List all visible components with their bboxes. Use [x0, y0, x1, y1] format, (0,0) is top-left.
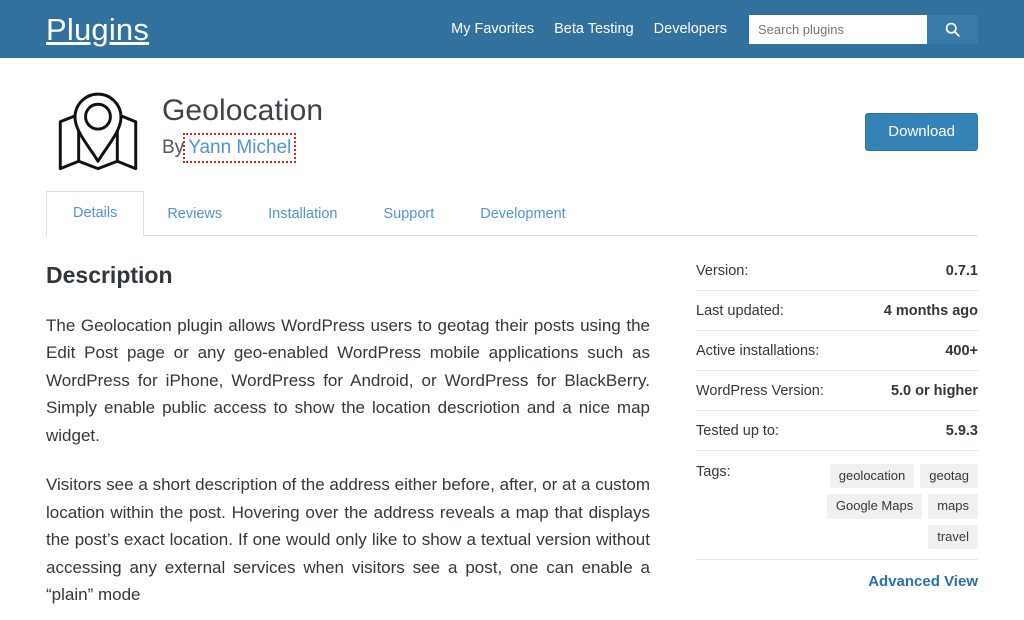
tab-details[interactable]: Details: [46, 191, 144, 236]
meta-row-last-updated: Last updated: 4 months ago: [696, 291, 978, 331]
tab-reviews[interactable]: Reviews: [144, 192, 245, 236]
meta-row-active-installations: Active installations: 400+: [696, 331, 978, 371]
plugin-tabs: Details Reviews Installation Support Dev…: [46, 190, 978, 236]
tags-label: Tags:: [696, 464, 731, 549]
description-column: Description The Geolocation plugin allow…: [46, 262, 650, 609]
by-label: By: [162, 137, 184, 160]
tag-geotag[interactable]: geotag: [920, 464, 978, 488]
page-title: Geolocation: [162, 94, 323, 129]
tab-support[interactable]: Support: [360, 192, 457, 236]
tab-development[interactable]: Development: [457, 192, 588, 236]
tag-geolocation[interactable]: geolocation: [830, 464, 915, 488]
site-title[interactable]: Plugins: [46, 14, 149, 45]
nav-link-developers[interactable]: Developers: [644, 22, 737, 37]
description-paragraph-2: Visitors see a short description of the …: [46, 471, 650, 609]
meta-row-version: Version: 0.7.1: [696, 262, 978, 291]
tag-maps[interactable]: maps: [928, 494, 978, 518]
meta-row-tags: Tags: geolocation geotag Google Maps map…: [696, 451, 978, 560]
tag-google-maps[interactable]: Google Maps: [827, 494, 922, 518]
meta-value: 4 months ago: [884, 303, 978, 319]
plugin-title-block: Geolocation By Yann Michel: [162, 82, 323, 159]
meta-label: Version:: [696, 263, 748, 279]
meta-value: 0.7.1: [946, 263, 978, 279]
advanced-view-link[interactable]: Advanced View: [868, 573, 978, 590]
advanced-view-row: Advanced View: [696, 560, 978, 591]
meta-value: 5.9.3: [946, 423, 978, 439]
plugin-content: Description The Geolocation plugin allow…: [0, 262, 1024, 609]
meta-label: Tested up to:: [696, 423, 779, 439]
meta-row-wordpress-version: WordPress Version: 5.0 or higher: [696, 371, 978, 411]
plugin-meta-sidebar: Version: 0.7.1 Last updated: 4 months ag…: [696, 262, 978, 609]
header-nav: My Favorites Beta Testing Developers: [441, 15, 978, 44]
search-form: [749, 15, 978, 44]
meta-row-tested-up-to: Tested up to: 5.9.3: [696, 411, 978, 451]
plugin-byline: By Yann Michel: [162, 137, 323, 160]
search-icon: [944, 21, 961, 38]
tab-installation[interactable]: Installation: [245, 192, 360, 236]
plugin-header: Geolocation By Yann Michel Download: [0, 58, 1024, 190]
nav-link-my-favorites[interactable]: My Favorites: [441, 22, 544, 37]
search-button[interactable]: [927, 15, 978, 44]
meta-label: Active installations:: [696, 343, 819, 359]
map-pin-icon: [50, 82, 146, 178]
site-header: Plugins My Favorites Beta Testing Develo…: [0, 0, 1024, 58]
meta-value: 400+: [945, 343, 978, 359]
tag-travel[interactable]: travel: [928, 525, 978, 549]
plugin-author-link[interactable]: Yann Michel: [187, 137, 292, 160]
meta-label: Last updated:: [696, 303, 784, 319]
download-button[interactable]: Download: [865, 113, 978, 151]
tag-list: geolocation geotag Google Maps maps trav…: [788, 464, 978, 549]
meta-label: WordPress Version:: [696, 383, 824, 399]
search-input[interactable]: [749, 15, 927, 44]
description-paragraph-1: The Geolocation plugin allows WordPress …: [46, 312, 650, 450]
description-heading: Description: [46, 262, 650, 290]
nav-link-beta-testing[interactable]: Beta Testing: [544, 22, 644, 37]
meta-value: 5.0 or higher: [891, 383, 978, 399]
